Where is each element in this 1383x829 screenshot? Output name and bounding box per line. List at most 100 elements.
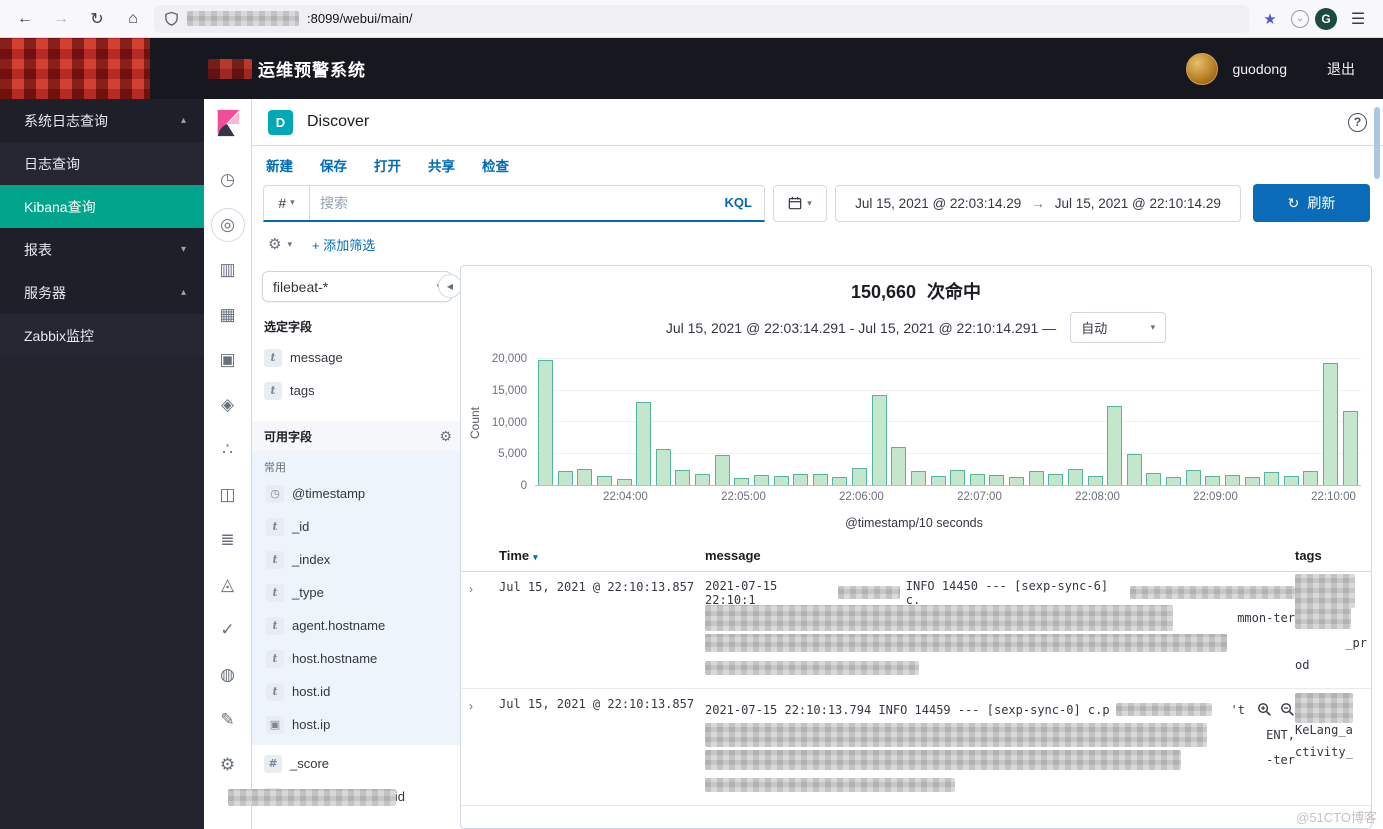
field-item-host.id[interactable]: thost.id	[264, 675, 452, 708]
management-icon[interactable]: ⚙	[211, 742, 245, 787]
histogram-bar[interactable]	[636, 402, 651, 485]
date-range[interactable]: Jul 15, 2021 @ 22:03:14.29 → Jul 15, 202…	[835, 185, 1241, 222]
histogram-bar[interactable]	[1323, 363, 1338, 485]
histogram-bar[interactable]	[1303, 471, 1318, 485]
zoom-out-icon[interactable]	[1280, 702, 1295, 717]
histogram-bar[interactable]	[597, 476, 612, 485]
column-time[interactable]: Time▾	[499, 548, 705, 563]
discover-icon[interactable]: ◎	[211, 202, 245, 247]
zoom-in-icon[interactable]	[1257, 702, 1272, 717]
profile-avatar[interactable]: G	[1315, 8, 1337, 30]
forward-icon[interactable]: →	[46, 5, 76, 33]
uptime-icon[interactable]: ✓	[211, 607, 245, 652]
histogram-bar[interactable]	[1029, 471, 1044, 485]
histogram-bar[interactable]	[1284, 476, 1299, 485]
histogram-bar[interactable]	[852, 468, 867, 485]
column-message[interactable]: message	[705, 548, 1295, 563]
add-filter-link[interactable]: + 添加筛选	[312, 235, 375, 254]
canvas-icon[interactable]: ▣	[211, 337, 245, 382]
collapse-panel-button[interactable]: ◀	[438, 274, 460, 298]
field-item-host.ip[interactable]: ▣host.ip	[264, 708, 452, 741]
histogram-bar[interactable]	[774, 476, 789, 485]
histogram-bar[interactable]	[1225, 475, 1240, 485]
histogram-bar[interactable]	[793, 474, 808, 485]
histogram-bar[interactable]	[1127, 454, 1142, 485]
histogram-bar[interactable]	[872, 395, 887, 485]
sidebar-item-Zabbix监控[interactable]: Zabbix监控	[0, 314, 204, 357]
menu-link-4[interactable]: 检查	[482, 155, 509, 175]
refresh-button[interactable]: ↻ 刷新	[1253, 184, 1370, 222]
expand-row-icon[interactable]: ›	[469, 697, 499, 797]
field-item-message[interactable]: tmessage	[262, 341, 452, 374]
histogram-bar[interactable]	[1088, 476, 1103, 485]
field-item-_id[interactable]: t_id	[264, 510, 452, 543]
field-item-_score[interactable]: #_score	[262, 747, 452, 780]
tracking-shield-icon[interactable]	[164, 11, 179, 27]
histogram-bar[interactable]	[1264, 472, 1279, 485]
sidebar-item-日志查询[interactable]: 日志查询	[0, 142, 204, 185]
date-to[interactable]: Jul 15, 2021 @ 22:10:14.29	[1055, 196, 1221, 211]
recently-viewed-icon[interactable]: ◷	[211, 157, 245, 202]
menu-link-3[interactable]: 共享	[428, 155, 455, 175]
field-item-_index[interactable]: t_index	[264, 543, 452, 576]
machine-learning-icon[interactable]: ∴	[211, 427, 245, 472]
hamburger-menu-icon[interactable]: ☰	[1343, 5, 1373, 33]
index-pattern-select[interactable]: filebeat-* ▾	[262, 271, 452, 302]
field-item-agent.hostname[interactable]: tagent.hostname	[264, 609, 452, 642]
histogram-bar[interactable]	[1048, 474, 1063, 485]
histogram-bar[interactable]	[656, 449, 671, 485]
gear-icon[interactable]: ⚙	[268, 235, 281, 253]
histogram-bar[interactable]	[832, 477, 847, 485]
field-item-host.hostname[interactable]: thost.hostname	[264, 642, 452, 675]
interval-select[interactable]: 自动 ▾	[1070, 312, 1166, 343]
gear-icon[interactable]: ⚙	[439, 428, 452, 445]
url-bar[interactable]: :8099/webui/main/	[154, 5, 1249, 33]
kibana-logo[interactable]	[213, 107, 243, 139]
dev-tools-icon[interactable]: ✎	[211, 697, 245, 742]
username[interactable]: guodong	[1232, 61, 1287, 77]
histogram-bar[interactable]	[558, 471, 573, 485]
logs-icon[interactable]: ≣	[211, 517, 245, 562]
sidebar-item-系统日志查询[interactable]: 系统日志查询▴	[0, 99, 204, 142]
dashboard-icon[interactable]: ▦	[211, 292, 245, 337]
expand-row-icon[interactable]: ›	[469, 580, 499, 680]
sort-desc-icon[interactable]: ▾	[533, 552, 538, 562]
back-icon[interactable]: ←	[10, 5, 40, 33]
histogram-bar[interactable]	[1166, 477, 1181, 485]
histogram-bar[interactable]	[891, 447, 906, 485]
histogram-bar[interactable]	[577, 469, 592, 485]
date-picker-button[interactable]: ▾	[773, 185, 827, 222]
histogram-bar[interactable]	[734, 478, 749, 485]
sidebar-item-报表[interactable]: 报表▾	[0, 228, 204, 271]
histogram-bar[interactable]	[1068, 469, 1083, 485]
histogram-bar[interactable]	[1205, 476, 1220, 485]
search-input[interactable]	[310, 195, 713, 211]
histogram-bar[interactable]	[754, 475, 769, 485]
histogram-bar[interactable]	[1107, 406, 1122, 485]
visualize-icon[interactable]: ▥	[211, 247, 245, 292]
histogram-bar[interactable]	[1343, 411, 1358, 485]
apm-icon[interactable]: ◬	[211, 562, 245, 607]
field-item-@timestamp[interactable]: ◷@timestamp	[264, 477, 452, 510]
histogram-bar[interactable]	[950, 470, 965, 485]
saved-query-menu[interactable]: # ▾	[264, 186, 310, 220]
histogram-bar[interactable]	[617, 479, 632, 485]
histogram-bar[interactable]	[989, 475, 1004, 485]
siem-icon[interactable]: ◍	[211, 652, 245, 697]
maps-icon[interactable]: ◈	[211, 382, 245, 427]
metrics-icon[interactable]: ◫	[211, 472, 245, 517]
column-tags[interactable]: tags	[1295, 548, 1367, 563]
logout-button[interactable]: 退出	[1327, 59, 1355, 79]
histogram-bar[interactable]	[1186, 470, 1201, 485]
pocket-icon[interactable]: ⌄	[1291, 10, 1309, 28]
histogram-bar[interactable]	[1245, 477, 1260, 485]
histogram-bar[interactable]	[1146, 473, 1161, 485]
field-item-tags[interactable]: ttags	[262, 374, 452, 407]
menu-link-0[interactable]: 新建	[266, 155, 293, 175]
histogram-bar[interactable]	[911, 471, 926, 485]
home-icon[interactable]: ⌂	[118, 5, 148, 33]
sidebar-item-Kibana查询[interactable]: Kibana查询	[0, 185, 204, 228]
histogram-bar[interactable]	[715, 455, 730, 485]
reload-icon[interactable]: ↻	[82, 5, 112, 33]
menu-link-2[interactable]: 打开	[374, 155, 401, 175]
